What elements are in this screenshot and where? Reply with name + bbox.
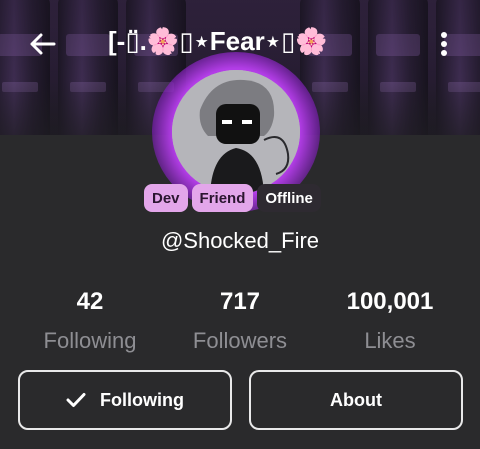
checkmark-icon (66, 393, 86, 407)
back-arrow-icon (30, 33, 56, 55)
stat-following-value: 42 (76, 288, 104, 315)
about-button[interactable]: About (249, 370, 463, 430)
avatar-image (172, 70, 300, 194)
username: @Shocked_Fire (160, 228, 320, 253)
following-button-label: Following (100, 389, 184, 410)
more-vertical-icon (441, 32, 447, 56)
stat-following[interactable]: 42 Following (20, 288, 160, 354)
stat-likes[interactable]: 100,001 Likes (320, 288, 460, 354)
stat-followers-label: Followers (192, 328, 288, 353)
stat-followers-value: 717 (219, 288, 261, 315)
status-badge: Offline (257, 184, 321, 212)
profile-badges: Dev Friend Offline (144, 184, 321, 212)
back-button[interactable] (24, 26, 60, 62)
friend-badge: Friend (191, 184, 254, 212)
stat-following-label: Following (43, 328, 137, 353)
stat-likes-label: Likes (364, 328, 416, 353)
about-button-label: About (330, 389, 382, 410)
stat-likes-value: 100,001 (346, 288, 434, 315)
following-button[interactable]: Following (18, 370, 232, 430)
dev-badge: Dev (144, 184, 188, 212)
stat-followers[interactable]: 717 Followers (170, 288, 310, 354)
more-options-button[interactable] (432, 26, 456, 62)
